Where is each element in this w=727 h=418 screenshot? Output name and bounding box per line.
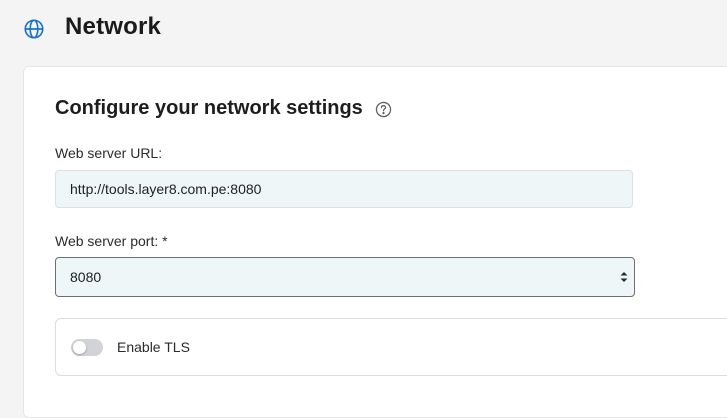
web-server-port-select[interactable]: 8080 [55, 257, 635, 297]
section-title: Configure your network settings [55, 97, 363, 119]
web-server-port-label: Web server port: * [55, 233, 168, 249]
network-settings-card: Configure your network settings Web serv… [23, 66, 727, 418]
globe-icon [24, 19, 44, 39]
toggle-knob [73, 341, 86, 354]
web-server-url-input[interactable] [55, 170, 633, 208]
question-circle-icon[interactable] [375, 101, 392, 118]
tls-panel: Enable TLS [55, 318, 727, 376]
web-server-url-label: Web server URL: [55, 145, 163, 161]
web-server-port-value: 8080 [70, 269, 102, 285]
enable-tls-toggle[interactable] [71, 339, 103, 356]
page-title: Network [65, 13, 162, 40]
select-arrows-icon [620, 272, 628, 282]
page-header: Network [0, 0, 727, 56]
enable-tls-label: Enable TLS [117, 339, 190, 355]
